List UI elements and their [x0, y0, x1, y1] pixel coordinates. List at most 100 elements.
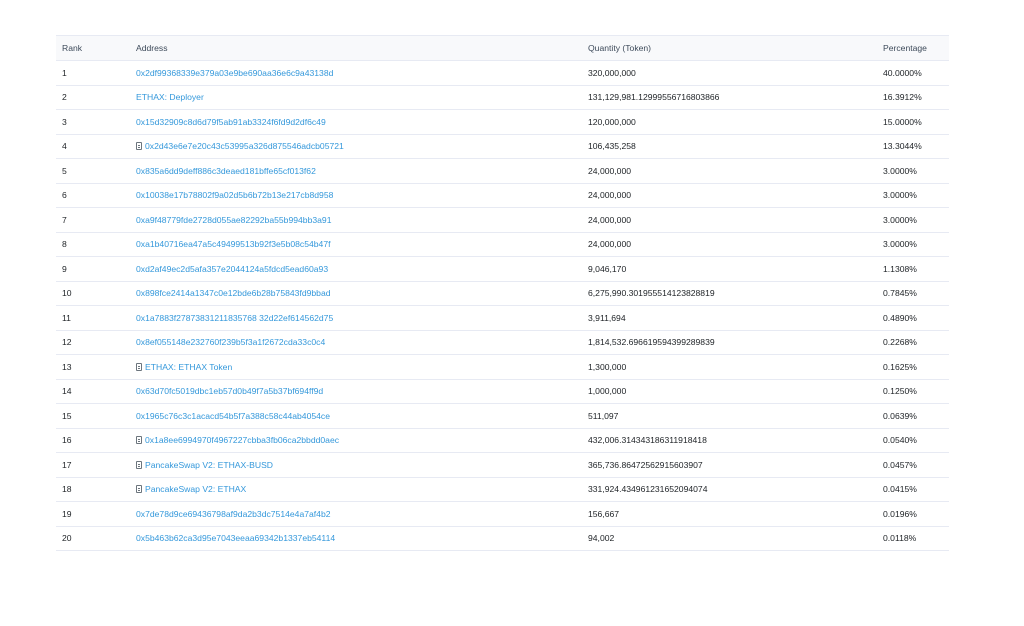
token-holders-table: Rank Address Quantity (Token) Percentage… — [56, 35, 949, 551]
quantity-cell: 24,000,000 — [588, 239, 632, 250]
percentage-cell: 0.7845% — [883, 288, 917, 299]
percentage-cell: 3.0000% — [883, 239, 917, 250]
holder-address-link[interactable]: 0x5b463b62ca3d95e7043eeaa69342b1337eb541… — [136, 533, 335, 543]
contract-icon — [136, 362, 142, 371]
table-row: 1 0x2df99368339e379a03e9be690aa36e6c9a431… — [56, 61, 949, 86]
rank-header: Rank — [62, 43, 83, 53]
address-cell: ETHAX: Deployer — [136, 85, 588, 110]
holder-address-link[interactable]: 0x10038e17b78802f9a02d5b6b72b13e217cb8d9… — [136, 190, 333, 200]
holders-table-container: Rank Address Quantity (Token) Percentage… — [56, 35, 949, 551]
percentage-cell: 0.1250% — [883, 386, 917, 397]
holder-address-link[interactable]: 0xa1b40716ea47a5c49499513b92f3e5b08c54b4… — [136, 239, 331, 249]
address-cell: PancakeSwap V2: ETHAX — [136, 477, 588, 502]
percentage-cell: 3.0000% — [883, 190, 917, 201]
quantity-cell: 131,129,981.12999556716803866 — [588, 92, 720, 103]
address-cell: 0x1a8ee6994970f4967227cbba3fb06ca2bbdd0a… — [136, 428, 588, 453]
percentage-cell: 13.3044% — [883, 141, 922, 152]
contract-icon — [136, 460, 142, 469]
quantity-cell: 24,000,000 — [588, 214, 632, 225]
quantity-cell: 6,275,990.301955514123828819 — [588, 288, 715, 299]
holder-address-link[interactable]: 0x1a8ee6994970f4967227cbba3fb06ca2bbdd0a… — [145, 435, 339, 445]
percentage-cell: 0.0457% — [883, 459, 917, 470]
quantity-cell: 511,097 — [588, 410, 619, 421]
table-row: 18 PancakeSwap V2: ETHAX 331,924.434961231… — [56, 477, 949, 502]
quantity-cell: 1,814,532.696619594399289839 — [588, 337, 715, 348]
holder-address-link[interactable]: 0x8ef055148e232760f239b5f3a1f2672cda33c0… — [136, 337, 325, 347]
table-row: 16 0x1a8ee6994970f4967227cbba3fb06ca2bbdd… — [56, 428, 949, 453]
holder-address-link[interactable]: 0xd2af49ec2d5afa357e2044124a5fdcd5ead60a… — [136, 264, 328, 274]
table-row: 3 0x15d32909c8d6d79f5ab91ab3324f6fd9d2df6… — [56, 110, 949, 135]
address-cell: 0x2d43e6e7e20c43c53995a326d875546adcb057… — [136, 134, 588, 159]
address-cell: 0xa9f48779fde2728d055ae82292ba55b994bb3a… — [136, 208, 588, 233]
table-row: 9 0xd2af49ec2d5afa357e2044124a5fdcd5ead60… — [56, 257, 949, 281]
contract-icon — [136, 436, 142, 445]
percentage-cell: 15.0000% — [883, 116, 922, 127]
quantity-cell: 24,000,000 — [588, 165, 632, 176]
address-cell: 0x835a6dd9deff886c3deaed181bffe65cf013f6… — [136, 159, 588, 184]
holder-address-link[interactable]: 0x2df99368339e379a03e9be690aa36e6c9a4313… — [136, 68, 333, 78]
quantity-cell: 432,006.314343186311918418 — [588, 435, 707, 446]
rank-cell: 16 — [62, 435, 72, 446]
percentage-cell: 40.0000% — [883, 67, 922, 78]
holder-address-link[interactable]: 0x15d32909c8d6d79f5ab91ab3324f6fd9d2df6c… — [136, 117, 326, 127]
holder-address-link[interactable]: 0x63d70fc5019dbc1eb57d0b49f7a5b37bf694ff… — [136, 386, 323, 396]
address-cell: 0x8ef055148e232760f239b5f3a1f2672cda33c0… — [136, 330, 588, 355]
rank-cell: 3 — [62, 116, 67, 127]
address-cell: 0x898fce2414a1347c0e12bde6b28b75843fd9bb… — [136, 281, 588, 306]
quantity-cell: 94,002 — [588, 533, 615, 544]
holder-address-link[interactable]: 0x835a6dd9deff886c3deaed181bffe65cf013f6… — [136, 166, 316, 176]
quantity-cell: 106,435,258 — [588, 141, 636, 152]
percentage-cell: 3.0000% — [883, 214, 917, 225]
holder-address-link[interactable]: 0x1965c76c3c1acacd54b5f7a388c58c44ab4054… — [136, 411, 330, 421]
table-row: 10 0x898fce2414a1347c0e12bde6b28b75843fd9… — [56, 281, 949, 306]
holder-address-link[interactable]: 0x898fce2414a1347c0e12bde6b28b75843fd9bb… — [136, 288, 331, 298]
holder-address-link[interactable]: 0x2d43e6e7e20c43c53995a326d875546adcb057… — [145, 141, 344, 151]
percentage-cell: 0.2268% — [883, 337, 917, 348]
holder-address-link[interactable]: PancakeSwap V2: ETHAX — [145, 484, 246, 494]
quantity-cell: 331,924.434961231652094074 — [588, 484, 708, 495]
address-cell: 0xa1b40716ea47a5c49499513b92f3e5b08c54b4… — [136, 232, 588, 257]
address-cell: 0x1a7883f27873831211835768 32d22ef614562… — [136, 306, 588, 331]
rank-cell: 10 — [62, 288, 72, 299]
rank-cell: 14 — [62, 386, 72, 397]
address-cell: 0x15d32909c8d6d79f5ab91ab3324f6fd9d2df6c… — [136, 110, 588, 135]
quantity-cell: 365,736.86472562915603907 — [588, 459, 703, 470]
rank-cell: 17 — [62, 459, 72, 470]
rank-cell: 18 — [62, 484, 72, 495]
table-row: 11 0x1a7883f27873831211835768 32d22ef6145… — [56, 306, 949, 331]
table-row: 4 0x2d43e6e7e20c43c53995a326d875546adcb05… — [56, 134, 949, 159]
quantity-cell: 9,046,170 — [588, 263, 627, 274]
rank-cell: 19 — [62, 508, 72, 519]
holder-address-link[interactable]: 0x7de78d9ce69436798af9da2b3dc7514e4a7af4… — [136, 509, 331, 519]
address-cell: 0x10038e17b78802f9a02d5b6b72b13e217cb8d9… — [136, 183, 588, 208]
table-row: 19 0x7de78d9ce69436798af9da2b3dc7514e4a7a… — [56, 502, 949, 527]
percentage-cell: 1.1308% — [883, 263, 917, 274]
quantity-cell: 1,300,000 — [588, 361, 627, 372]
rank-cell: 4 — [62, 141, 67, 152]
rank-cell: 20 — [62, 533, 72, 544]
quantity-header: Quantity (Token) — [588, 43, 652, 53]
table-row: 17 PancakeSwap V2: ETHAX-BUSD 365,736.8647… — [56, 453, 949, 477]
address-cell: 0x5b463b62ca3d95e7043eeaa69342b1337eb541… — [136, 526, 588, 551]
holder-address-link[interactable]: 0x1a7883f27873831211835768 32d22ef614562… — [136, 313, 333, 323]
address-cell: ETHAX: ETHAX Token — [136, 355, 588, 380]
percentage-cell: 0.0118% — [883, 533, 917, 544]
table-row: 20 0x5b463b62ca3d95e7043eeaa69342b1337eb5… — [56, 526, 949, 551]
address-header: Address — [136, 43, 168, 53]
quantity-cell: 320,000,000 — [588, 67, 636, 78]
holder-address-link[interactable]: PancakeSwap V2: ETHAX-BUSD — [145, 460, 273, 470]
table-row: 2 ETHAX: Deployer 131,129,981.129995567168… — [56, 85, 949, 110]
table-row: 7 0xa9f48779fde2728d055ae82292ba55b994bb3… — [56, 208, 949, 233]
table-row: 12 0x8ef055148e232760f239b5f3a1f2672cda33… — [56, 330, 949, 355]
percentage-header: Percentage — [883, 43, 927, 53]
holder-address-link[interactable]: ETHAX: ETHAX Token — [145, 362, 232, 372]
contract-icon — [136, 485, 142, 494]
holder-address-link[interactable]: ETHAX: Deployer — [136, 92, 204, 102]
percentage-cell: 0.0639% — [883, 410, 917, 421]
address-cell: 0x63d70fc5019dbc1eb57d0b49f7a5b37bf694ff… — [136, 379, 588, 404]
address-cell: 0x7de78d9ce69436798af9da2b3dc7514e4a7af4… — [136, 502, 588, 527]
address-cell: 0x2df99368339e379a03e9be690aa36e6c9a4313… — [136, 61, 588, 86]
table-row: 5 0x835a6dd9deff886c3deaed181bffe65cf013f… — [56, 159, 949, 184]
rank-cell: 13 — [62, 361, 72, 372]
holder-address-link[interactable]: 0xa9f48779fde2728d055ae82292ba55b994bb3a… — [136, 215, 331, 225]
